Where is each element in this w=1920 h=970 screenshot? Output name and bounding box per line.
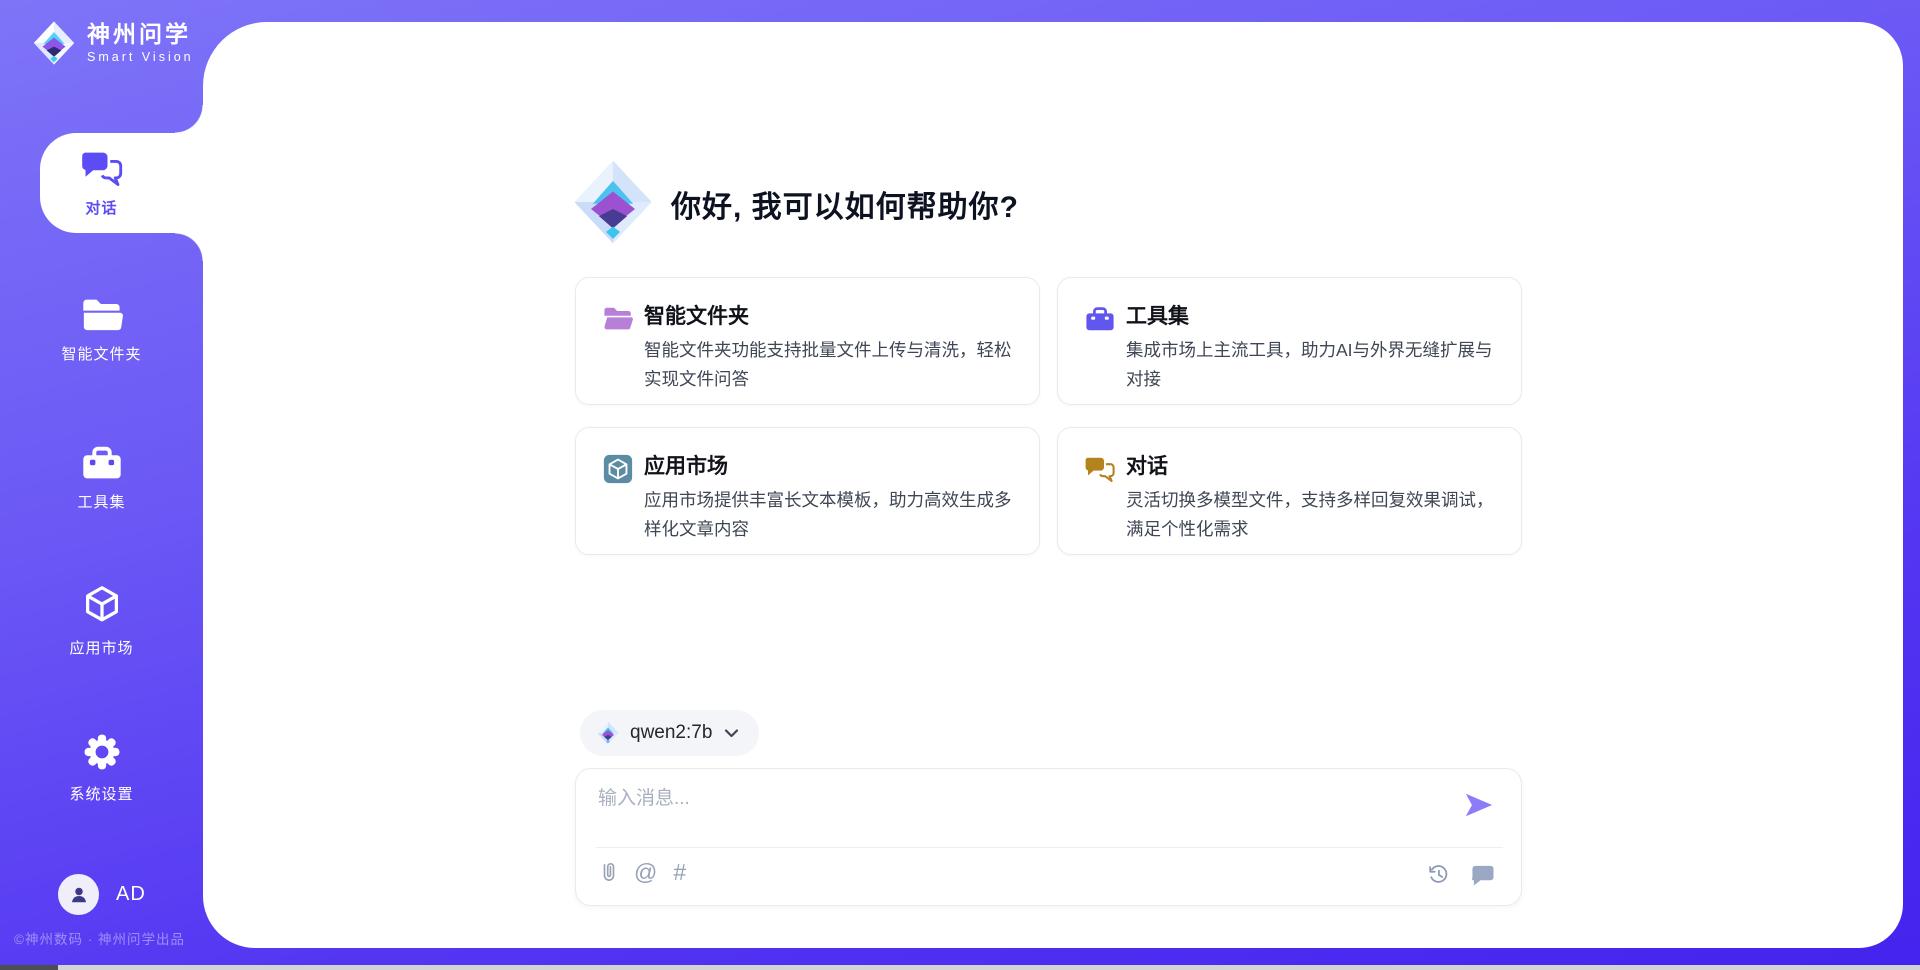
sidebar-item-label: 系统设置 bbox=[0, 783, 203, 804]
sidebar-item-app-market[interactable]: 应用市场 bbox=[0, 582, 203, 658]
avatar bbox=[58, 874, 99, 915]
user-name: AD bbox=[116, 883, 146, 906]
brand-name: 神州问学 bbox=[87, 22, 194, 47]
card-description: 集成市场上主流工具，助力AI与外界无缝扩展与对接 bbox=[1126, 336, 1502, 394]
topic-button[interactable]: # bbox=[673, 859, 686, 885]
sidebar-item-label: 智能文件夹 bbox=[0, 343, 203, 364]
attach-button[interactable] bbox=[600, 859, 618, 885]
user-profile[interactable]: AD bbox=[58, 874, 146, 915]
chat-icon bbox=[80, 148, 124, 188]
card-app-market[interactable]: 应用市场 应用市场提供丰富长文本模板，助力高效生成多样化文章内容 bbox=[575, 427, 1040, 555]
horizontal-scrollbar-corner bbox=[0, 965, 58, 970]
card-chat[interactable]: 对话 灵活切换多模型文件，支持多样回复效果调试，满足个性化需求 bbox=[1057, 427, 1522, 555]
sidebar-item-settings[interactable]: 系统设置 bbox=[0, 730, 203, 804]
brand-diamond-icon bbox=[31, 20, 77, 66]
composer-toolbar: @ # bbox=[600, 859, 686, 885]
sidebar-item-chat[interactable]: 对话 bbox=[0, 148, 203, 218]
paperclip-icon bbox=[600, 860, 618, 885]
folder-icon bbox=[80, 296, 124, 334]
sidebar: 神州问学 Smart Vision 对话 智能文件夹 工具集 bbox=[0, 0, 203, 970]
model-name: qwen2:7b bbox=[630, 722, 712, 744]
send-button[interactable] bbox=[1463, 789, 1495, 821]
card-title: 应用市场 bbox=[644, 450, 728, 480]
card-title: 对话 bbox=[1126, 450, 1168, 480]
chat-icon bbox=[1084, 453, 1116, 485]
main-panel: 你好, 我可以如何帮助你? 智能文件夹 智能文件夹功能支持批量文件上传与清洗，轻… bbox=[203, 22, 1903, 948]
history-button[interactable] bbox=[1426, 861, 1450, 887]
brand-subtitle: Smart Vision bbox=[87, 50, 194, 64]
sidebar-item-label: 对话 bbox=[0, 197, 203, 218]
sidebar-item-label: 工具集 bbox=[0, 491, 203, 512]
model-diamond-icon bbox=[596, 721, 620, 745]
card-smart-folder[interactable]: 智能文件夹 智能文件夹功能支持批量文件上传与清洗，轻松实现文件问答 bbox=[575, 277, 1040, 405]
toolbox-icon bbox=[80, 444, 124, 482]
chevron-down-icon bbox=[724, 728, 739, 738]
message-input[interactable] bbox=[598, 783, 1418, 835]
brand-diamond-icon bbox=[569, 158, 657, 246]
folder-icon bbox=[602, 303, 634, 335]
composer-right-tools bbox=[1426, 861, 1495, 887]
hash-icon: # bbox=[673, 859, 686, 885]
greeting-title: 你好, 我可以如何帮助你? bbox=[671, 182, 1019, 226]
message-composer: @ # bbox=[575, 768, 1522, 906]
send-icon bbox=[1463, 789, 1495, 821]
grid-cube-icon bbox=[602, 453, 634, 485]
mention-button[interactable]: @ bbox=[634, 859, 657, 885]
gear-icon bbox=[80, 730, 124, 774]
sidebar-footer: ©神州数码 · 神州问学出品 bbox=[14, 928, 185, 948]
history-clock-icon bbox=[1426, 862, 1450, 886]
card-description: 灵活切换多模型文件，支持多样回复效果调试，满足个性化需求 bbox=[1126, 486, 1502, 544]
active-tab-fillet-bottom bbox=[175, 233, 203, 261]
sidebar-item-toolset[interactable]: 工具集 bbox=[0, 444, 203, 512]
card-description: 智能文件夹功能支持批量文件上传与清洗，轻松实现文件问答 bbox=[644, 336, 1020, 394]
composer-divider bbox=[596, 847, 1503, 848]
sidebar-item-label: 应用市场 bbox=[0, 637, 203, 658]
brand-logo: 神州问学 Smart Vision bbox=[31, 20, 194, 66]
toolbox-icon bbox=[1084, 303, 1116, 335]
at-icon: @ bbox=[634, 859, 657, 885]
card-title: 智能文件夹 bbox=[644, 300, 749, 330]
card-description: 应用市场提供丰富长文本模板，助力高效生成多样化文章内容 bbox=[644, 486, 1020, 544]
cube-icon bbox=[79, 582, 125, 628]
feedback-button[interactable] bbox=[1470, 861, 1495, 887]
card-title: 工具集 bbox=[1126, 300, 1189, 330]
active-tab-fillet-top bbox=[175, 105, 203, 133]
horizontal-scrollbar[interactable] bbox=[0, 965, 1920, 970]
card-toolset[interactable]: 工具集 集成市场上主流工具，助力AI与外界无缝扩展与对接 bbox=[1057, 277, 1522, 405]
person-icon bbox=[67, 883, 91, 907]
chat-bubble-icon bbox=[1470, 863, 1495, 886]
model-selector[interactable]: qwen2:7b bbox=[580, 710, 759, 756]
sidebar-item-smart-folder[interactable]: 智能文件夹 bbox=[0, 296, 203, 364]
